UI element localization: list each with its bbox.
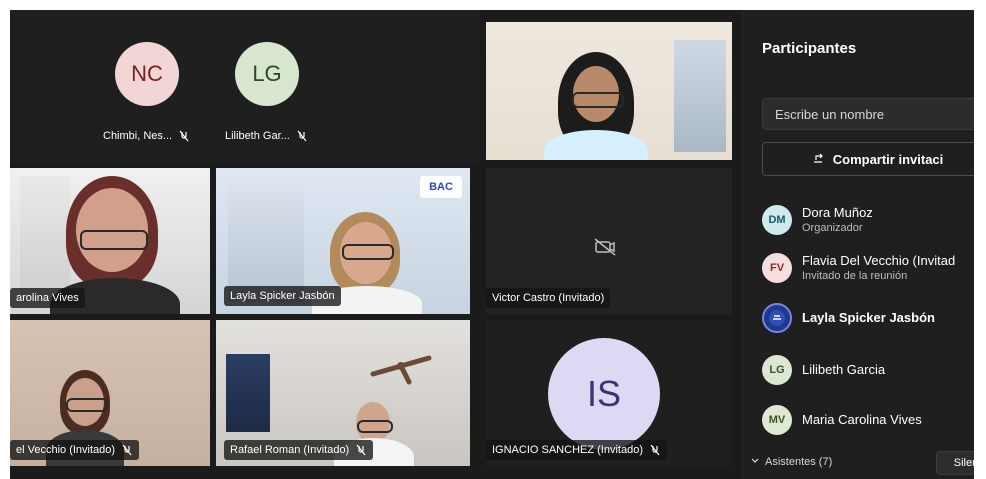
avatar-lg-initials: LG [252,61,282,86]
tile-camera-off-victor: Victor Castro (Invitado) [486,168,732,314]
participant-text: Lilibeth Garcia [802,361,886,377]
window [20,176,70,296]
glasses [357,420,393,433]
participant-name: Dora Muñoz [802,204,873,220]
avatar-is-initials: IS [586,373,621,414]
mic-off-icon [121,444,133,456]
mic-off-icon [649,444,661,456]
participant-text: Dora Muñoz Organizador [802,204,873,235]
avatar: MV [762,405,792,435]
panel-title: Participantes [762,40,857,57]
tile-video-carolina: arolina Vives [10,168,210,314]
participant-text: Layla Spicker Jasbón [802,309,935,325]
mute-all-label: Silen [953,457,974,469]
search-placeholder: Escribe un nombre [775,106,885,122]
tile-video-vecchio: el Vecchio (Invitado) [10,320,210,466]
mic-off-icon [296,130,308,142]
name-tag-ignacio: IGNACIO SANCHEZ (Invitado) [486,440,667,460]
avatar-initials: MV [768,414,786,426]
window [228,178,304,302]
share-icon [811,151,825,168]
participant-item-layla[interactable]: Layla Spicker Jasbón [762,298,974,338]
participants-panel: Participantes Escribe un nombre Comparti… [742,10,974,479]
participant-item-lilibeth[interactable]: LG Lilibeth Garcia [762,350,974,390]
mic-off-icon [355,444,367,456]
share-invite-button[interactable]: Compartir invitaci [762,142,974,176]
participant-name: Maria Carolina Vives [802,411,922,427]
camera-off-icon [594,238,616,256]
teams-meeting-window: NC Chimbi, Nes... LG Lilibeth Gar... aro… [10,10,974,479]
name-vecchio: el Vecchio (Invitado) [16,444,116,456]
mute-all-button[interactable]: Silen [936,451,974,475]
glasses [80,230,148,250]
name-carolina: arolina Vives [16,292,79,304]
participant-item-maria[interactable]: MV Maria Carolina Vives [762,400,974,440]
glasses [66,398,108,412]
avatar: FV [762,253,792,283]
name-tag-carolina: arolina Vives [10,288,85,308]
avatar-initials: LG [769,364,785,376]
attendees-label: Asistentes (7) [765,456,833,468]
bac-logo-text: BAC [429,181,453,193]
chevron-down-icon [751,456,759,468]
ceiling-fan-icon [366,346,436,386]
participant-role: Invitado de la reunión [802,270,908,283]
participant-name-lg: Lilibeth Gar... [225,130,308,142]
tile-ignacio: IS IGNACIO SANCHEZ (Invitado) [486,320,732,466]
participant-name: Flavia Del Vecchio (Invitad [802,252,956,268]
tile-top-left: NC Chimbi, Nes... LG Lilibeth Gar... [10,10,480,162]
name-tag-layla: Layla Spicker Jasbón [224,286,341,306]
avatar-nc: NC [115,42,179,106]
avatar-lg: LG [235,42,299,106]
wall-art [226,354,270,432]
avatar-initials: DM [768,214,786,226]
participant-name: Lilibeth Garcia [802,361,886,377]
window [674,40,726,152]
name-nc: Chimbi, Nes... [103,130,173,142]
participant-item-dora[interactable]: DM Dora Muñoz Organizador [762,200,974,240]
mic-off-icon [178,130,190,142]
participant-name: Layla Spicker Jasbón [802,309,935,325]
avatar-is: IS [548,338,660,450]
attendees-toggle[interactable]: Asistentes (7) [751,456,832,468]
glasses [572,92,624,108]
share-button-label: Compartir invitaci [832,151,944,167]
search-input[interactable]: Escribe un nombre [762,98,974,130]
tile-video-rafael: Rafael Roman (Invitado) [216,320,470,466]
avatar-initials: FV [769,262,785,274]
bac-avatar-icon [769,310,785,326]
name-layla: Layla Spicker Jasbón [230,290,335,302]
name-lg: Lilibeth Gar... [225,130,290,142]
name-tag-rafael: Rafael Roman (Invitado) [224,440,374,460]
name-victor: Victor Castro (Invitado) [492,292,605,304]
name-tag-victor: Victor Castro (Invitado) [486,288,611,308]
name-rafael: Rafael Roman (Invitado) [230,444,350,456]
participant-item-flavia[interactable]: FV Flavia Del Vecchio (Invitad Invitado … [762,248,974,288]
participant-text: Flavia Del Vecchio (Invitad Invitado de … [802,252,956,283]
tile-video-layla: BAC Layla Spicker Jasbón [216,168,470,314]
avatar: LG [762,355,792,385]
participant-text: Maria Carolina Vives [802,411,922,427]
tile-video-top-right [486,22,732,160]
participant-name-nc: Chimbi, Nes... [103,130,190,142]
name-tag-vecchio: el Vecchio (Invitado) [10,440,140,460]
participant-role: Organizador [802,222,863,235]
glasses [342,244,394,260]
name-ignacio: IGNACIO SANCHEZ (Invitado) [492,444,643,456]
avatar-nc-initials: NC [131,61,163,86]
avatar: DM [762,205,792,235]
bac-logo: BAC [420,176,462,198]
avatar [762,303,792,333]
